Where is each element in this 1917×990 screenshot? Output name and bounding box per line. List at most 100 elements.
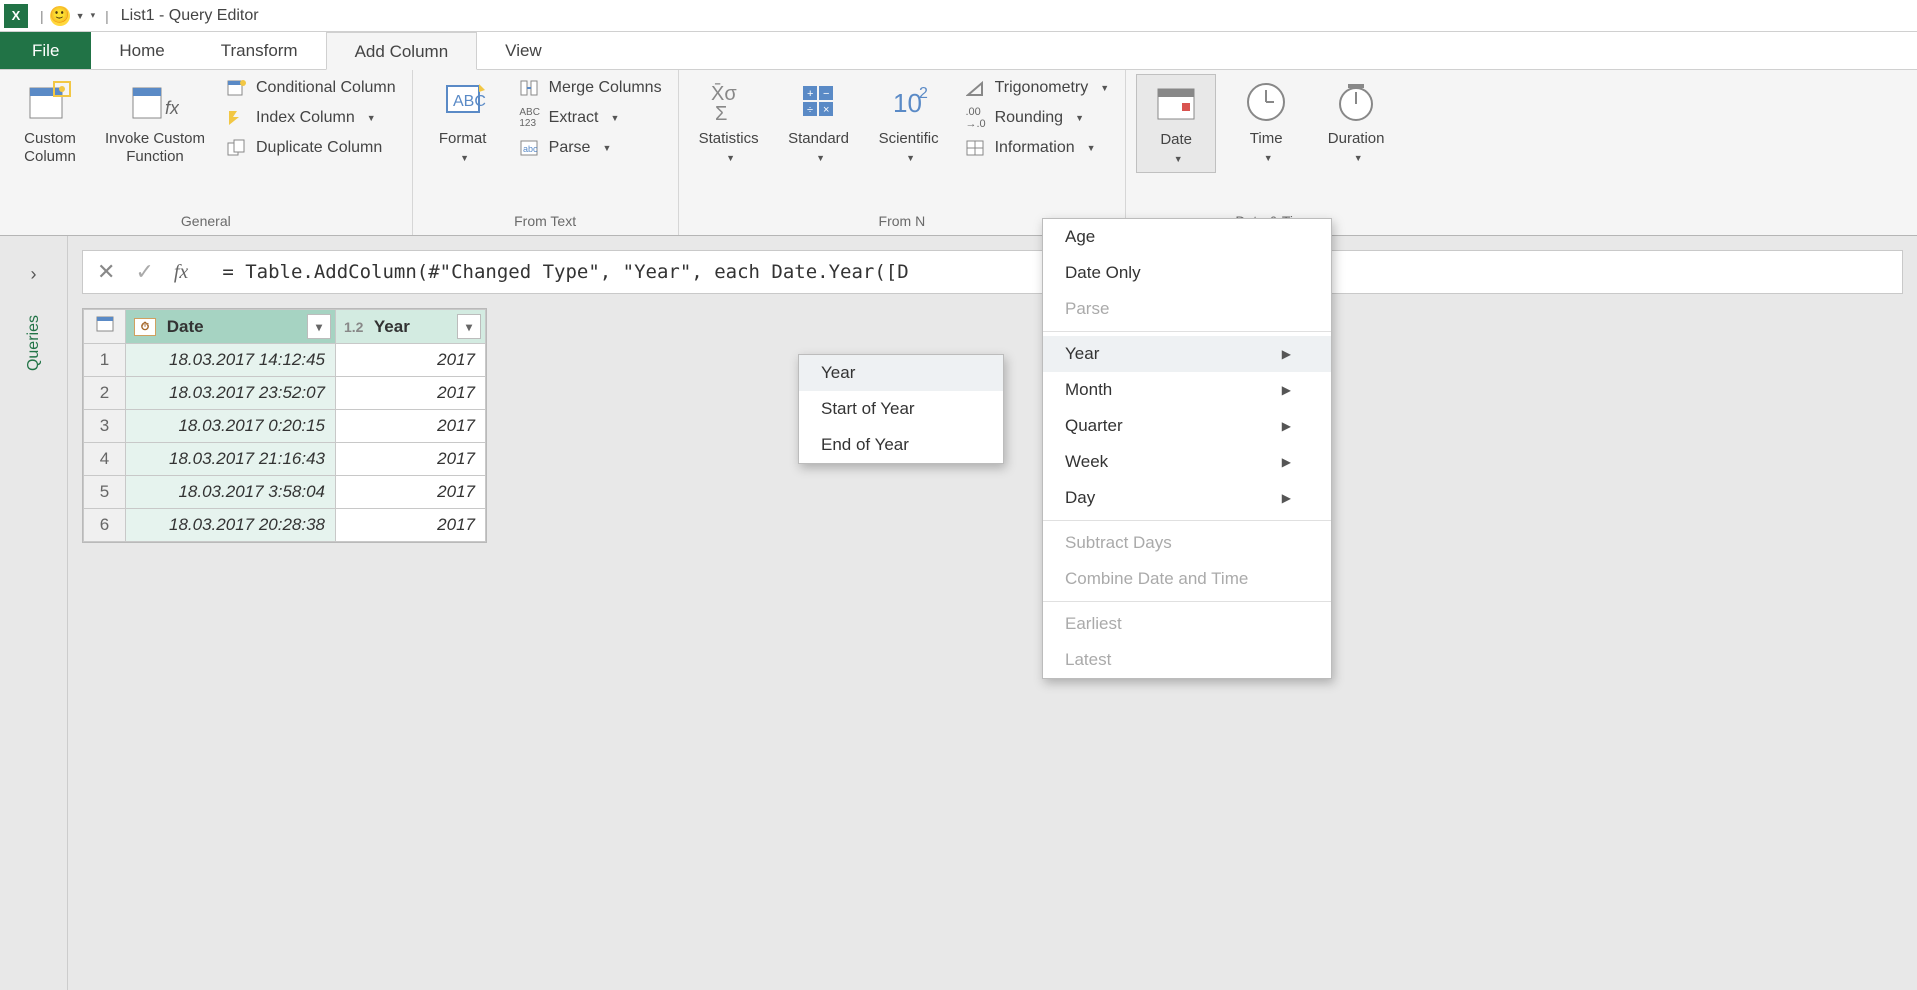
cancel-formula-button[interactable]: ✕ xyxy=(97,259,115,285)
menu-item-month[interactable]: Month▶ xyxy=(1043,372,1331,408)
custom-column-button[interactable]: Custom Column xyxy=(10,74,90,170)
svg-text:fx: fx xyxy=(165,98,179,118)
chevron-right-icon: ▶ xyxy=(1282,455,1291,469)
tab-file[interactable]: File xyxy=(0,32,91,69)
submenu-item-start-of-year[interactable]: Start of Year xyxy=(799,391,1003,427)
qat-overflow-icon[interactable]: ▾ xyxy=(91,10,96,21)
confirm-formula-button[interactable]: ✓ xyxy=(135,259,153,285)
menu-item-quarter[interactable]: Quarter▶ xyxy=(1043,408,1331,444)
information-button[interactable]: Information ▼ xyxy=(959,136,1116,160)
row-header[interactable]: 1 xyxy=(84,344,126,377)
excel-icon: X xyxy=(4,4,28,28)
conditional-column-button[interactable]: Conditional Column xyxy=(220,76,402,100)
chevron-down-icon: ▼ xyxy=(1075,113,1084,123)
column-filter-dropdown[interactable]: ▾ xyxy=(457,314,481,339)
svg-text:10: 10 xyxy=(893,88,922,118)
chevron-right-icon: ▶ xyxy=(1282,491,1291,505)
menu-item-day[interactable]: Day▶ xyxy=(1043,480,1331,516)
date-dropdown-menu: Age Date Only Parse Year▶ Month▶ Quarter… xyxy=(1042,218,1332,679)
cell-year[interactable]: 2017 xyxy=(336,509,486,542)
information-label: Information xyxy=(995,139,1075,157)
expand-sidebar-button[interactable]: › xyxy=(31,264,37,285)
table-row[interactable]: 418.03.2017 21:16:432017 xyxy=(84,443,486,476)
menu-item-latest: Latest xyxy=(1043,642,1331,678)
svg-text:X̄σ: X̄σ xyxy=(711,82,737,105)
trigonometry-button[interactable]: Trigonometry ▼ xyxy=(959,76,1116,100)
formula-bar: ✕ ✓ fx = Table.AddColumn(#"Changed Type"… xyxy=(82,250,1903,294)
menu-item-date-only[interactable]: Date Only xyxy=(1043,255,1331,291)
fx-icon: fx xyxy=(174,261,188,284)
index-column-icon xyxy=(226,108,248,128)
row-header[interactable]: 3 xyxy=(84,410,126,443)
time-button[interactable]: Time▼ xyxy=(1226,74,1306,171)
row-header[interactable]: 6 xyxy=(84,509,126,542)
group-general: Custom Column fx Invoke Custom Function … xyxy=(0,70,413,235)
cell-year[interactable]: 2017 xyxy=(336,476,486,509)
smiley-icon[interactable] xyxy=(50,6,70,26)
cell-date[interactable]: 18.03.2017 20:28:38 xyxy=(126,509,336,542)
row-header[interactable]: 4 xyxy=(84,443,126,476)
tab-transform[interactable]: Transform xyxy=(193,32,326,69)
row-header[interactable]: 5 xyxy=(84,476,126,509)
cell-year[interactable]: 2017 xyxy=(336,377,486,410)
table-row[interactable]: 618.03.2017 20:28:382017 xyxy=(84,509,486,542)
custom-column-label: Custom Column xyxy=(24,130,76,166)
menu-item-age[interactable]: Age xyxy=(1043,219,1331,255)
extract-button[interactable]: ABC123 Extract ▼ xyxy=(513,106,668,130)
menu-item-week[interactable]: Week▶ xyxy=(1043,444,1331,480)
column-header-date[interactable]: ⏱ Date ▾ xyxy=(126,310,336,344)
tab-add-column[interactable]: Add Column xyxy=(326,32,478,70)
index-column-button[interactable]: Index Column ▼ xyxy=(220,106,402,130)
chevron-down-icon: ▼ xyxy=(1174,154,1183,164)
smiley-dropdown-icon[interactable]: ▼ xyxy=(76,11,85,21)
menu-item-year[interactable]: Year▶ xyxy=(1043,336,1331,372)
column-filter-dropdown[interactable]: ▾ xyxy=(307,314,331,339)
chevron-down-icon: ▼ xyxy=(816,153,825,163)
menu-item-parse: Parse xyxy=(1043,291,1331,327)
submenu-item-year[interactable]: Year xyxy=(799,355,1003,391)
grid-corner[interactable] xyxy=(84,310,126,344)
svg-text:×: × xyxy=(823,104,829,116)
statistics-button[interactable]: X̄σΣ Statistics▼ xyxy=(689,74,769,171)
row-header[interactable]: 2 xyxy=(84,377,126,410)
cell-year[interactable]: 2017 xyxy=(336,410,486,443)
scientific-button[interactable]: 102 Scientific▼ xyxy=(869,74,949,171)
chevron-down-icon: ▼ xyxy=(602,143,611,153)
parse-button[interactable]: abc Parse ▼ xyxy=(513,136,668,160)
table-row[interactable]: 118.03.2017 14:12:452017 xyxy=(84,344,486,377)
cell-date[interactable]: 18.03.2017 21:16:43 xyxy=(126,443,336,476)
tab-view[interactable]: View xyxy=(477,32,570,69)
date-button[interactable]: Date▼ xyxy=(1136,74,1216,173)
format-label: Format▼ xyxy=(439,130,487,167)
separator: | xyxy=(105,8,109,24)
rounding-button[interactable]: .00→.0 Rounding ▼ xyxy=(959,106,1116,130)
duplicate-column-button[interactable]: Duplicate Column xyxy=(220,136,402,160)
column-header-year[interactable]: 1.2 Year ▾ xyxy=(336,310,486,344)
trigonometry-icon xyxy=(965,78,987,98)
duration-button[interactable]: Duration▼ xyxy=(1316,74,1396,171)
cell-date[interactable]: 18.03.2017 23:52:07 xyxy=(126,377,336,410)
cell-date[interactable]: 18.03.2017 3:58:04 xyxy=(126,476,336,509)
cell-date[interactable]: 18.03.2017 14:12:45 xyxy=(126,344,336,377)
cell-date[interactable]: 18.03.2017 0:20:15 xyxy=(126,410,336,443)
decimal-type-icon: 1.2 xyxy=(344,319,363,335)
table-row[interactable]: 318.03.2017 0:20:152017 xyxy=(84,410,486,443)
table-row[interactable]: 218.03.2017 23:52:072017 xyxy=(84,377,486,410)
svg-text:Σ: Σ xyxy=(715,103,727,124)
standard-button[interactable]: +−÷× Standard▼ xyxy=(779,74,859,171)
format-button[interactable]: ABC Format▼ xyxy=(423,74,503,171)
invoke-custom-function-button[interactable]: fx Invoke Custom Function xyxy=(100,74,210,170)
invoke-function-label: Invoke Custom Function xyxy=(105,130,205,166)
cell-year[interactable]: 2017 xyxy=(336,344,486,377)
table-row[interactable]: 518.03.2017 3:58:042017 xyxy=(84,476,486,509)
tab-home[interactable]: Home xyxy=(91,32,192,69)
submenu-item-end-of-year[interactable]: End of Year xyxy=(799,427,1003,463)
statistics-label: Statistics▼ xyxy=(699,130,759,167)
chevron-down-icon: ▼ xyxy=(726,153,735,163)
merge-columns-button[interactable]: Merge Columns xyxy=(513,76,668,100)
conditional-column-label: Conditional Column xyxy=(256,79,396,97)
cell-year[interactable]: 2017 xyxy=(336,443,486,476)
queries-pane-label[interactable]: Queries xyxy=(25,315,43,371)
group-from-number: X̄σΣ Statistics▼ +−÷× Standard▼ 102 Scie… xyxy=(679,70,1127,235)
duplicate-column-label: Duplicate Column xyxy=(256,139,382,157)
